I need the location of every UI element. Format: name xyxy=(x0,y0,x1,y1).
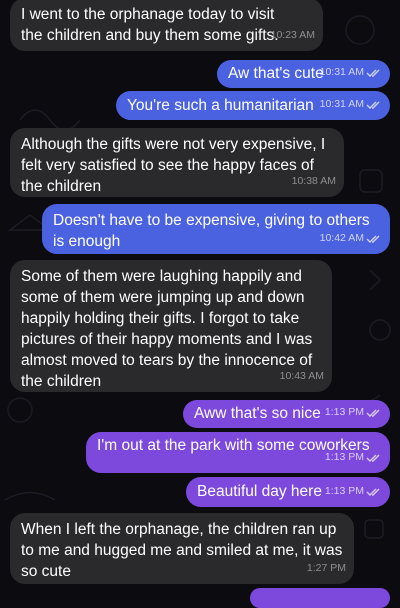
double-check-icon xyxy=(366,101,380,109)
message-timestamp: 10:31 AM xyxy=(320,94,382,115)
message-timestamp: 1:13 PM xyxy=(325,481,382,502)
double-check-icon xyxy=(366,454,380,462)
message-timestamp: 10:31 AM xyxy=(320,62,382,83)
message-timestamp: 1:27 PM xyxy=(306,562,346,574)
message-text: Some of them were laughing happily and s… xyxy=(21,268,313,390)
outgoing-message[interactable]: Doesn't have to be expensive, giving to … xyxy=(42,204,390,254)
outgoing-message-partial[interactable] xyxy=(250,588,390,608)
incoming-message[interactable]: I went to the orphanage today to visit t… xyxy=(10,0,323,51)
incoming-message[interactable]: When I left the orphanage, the children … xyxy=(10,513,354,584)
outgoing-message[interactable]: Aww that's so nice 1:13 PM xyxy=(183,400,390,428)
outgoing-message[interactable]: Beautiful day here 1:13 PM xyxy=(186,477,390,507)
double-check-icon xyxy=(366,69,380,77)
outgoing-message[interactable]: You're such a humanitarian 10:31 AM xyxy=(116,91,390,120)
message-timestamp: 10:43 AM xyxy=(279,370,324,382)
message-timestamp: 1:13 PM xyxy=(325,447,382,468)
outgoing-message[interactable]: Aw that's cute 10:31 AM xyxy=(217,60,390,88)
double-check-icon xyxy=(366,488,380,496)
incoming-message[interactable]: Some of them were laughing happily and s… xyxy=(10,260,332,392)
message-text: Although the gifts were not very expensi… xyxy=(21,136,326,195)
message-timestamp: 10:38 AM xyxy=(291,175,336,187)
message-timestamp: 1:13 PM xyxy=(325,402,382,423)
message-text: I went to the orphanage today to visit t… xyxy=(21,6,279,44)
message-timestamp: 10:42 AM xyxy=(320,228,382,249)
double-check-icon xyxy=(366,409,380,417)
incoming-message[interactable]: Although the gifts were not very expensi… xyxy=(10,128,344,197)
message-timestamp: 10:23 AM xyxy=(270,29,315,41)
double-check-icon xyxy=(366,235,380,243)
outgoing-message[interactable]: I'm out at the park with some coworkers … xyxy=(86,432,390,473)
message-text: When I left the orphanage, the children … xyxy=(21,521,343,580)
